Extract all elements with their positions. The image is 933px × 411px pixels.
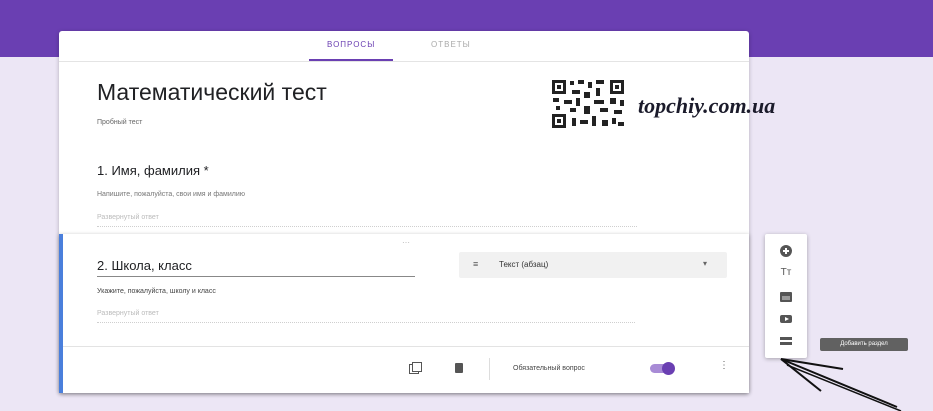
question-1-answer-field[interactable]: Развернутый ответ	[97, 214, 637, 227]
active-tab-indicator	[309, 59, 393, 61]
vertical-divider	[489, 358, 490, 380]
add-section-tooltip: Добавить раздел	[820, 338, 908, 351]
section-icon[interactable]	[779, 334, 793, 348]
paragraph-icon: ≡	[473, 259, 479, 269]
question-2-answer-field: Развернутый ответ	[97, 310, 635, 323]
toggle-knob	[662, 362, 675, 375]
video-icon[interactable]	[779, 312, 793, 326]
required-toggle[interactable]	[650, 362, 675, 375]
drag-handle-icon[interactable]: ⋯	[402, 238, 411, 247]
qr-code	[550, 78, 626, 130]
required-label: Обязательный вопрос	[513, 365, 585, 372]
add-question-icon[interactable]	[779, 244, 793, 258]
question-type-label: Текст (абзац)	[499, 260, 549, 269]
form-description[interactable]: Пробный тест	[97, 119, 142, 126]
question-1-title[interactable]: 1. Имя, фамилия *	[97, 163, 209, 178]
question-2-description[interactable]: Укажите, пожалуйста, школу и класс	[97, 288, 216, 295]
chevron-down-icon: ▾	[703, 259, 708, 268]
question-2-card[interactable]: ⋯ 2. Школа, класс ≡ Текст (абзац) ▾ Укаж…	[59, 234, 749, 393]
question-type-select[interactable]: ≡ Текст (абзац) ▾	[459, 252, 727, 278]
more-vert-icon[interactable]: ⋮	[719, 360, 729, 371]
form-title[interactable]: Математический тест	[97, 79, 327, 106]
duplicate-icon[interactable]	[409, 362, 422, 374]
question-2-title-input[interactable]: 2. Школа, класс	[97, 258, 415, 277]
divider	[63, 346, 749, 347]
image-icon[interactable]	[779, 290, 793, 304]
tab-bar: ВОПРОСЫ ОТВЕТЫ	[59, 31, 749, 62]
title-icon[interactable]: Tт	[779, 266, 793, 280]
tab-answers[interactable]: ОТВЕТЫ	[431, 40, 471, 49]
side-toolbar: Tт	[765, 234, 807, 358]
question-1-description[interactable]: Напишите, пожалуйста, свои имя и фамилию	[97, 191, 245, 198]
trash-icon[interactable]	[455, 363, 463, 373]
pointer-arrow	[780, 358, 902, 411]
watermark-text: topchiy.com.ua	[638, 93, 776, 118]
tab-questions[interactable]: ВОПРОСЫ	[327, 40, 375, 49]
